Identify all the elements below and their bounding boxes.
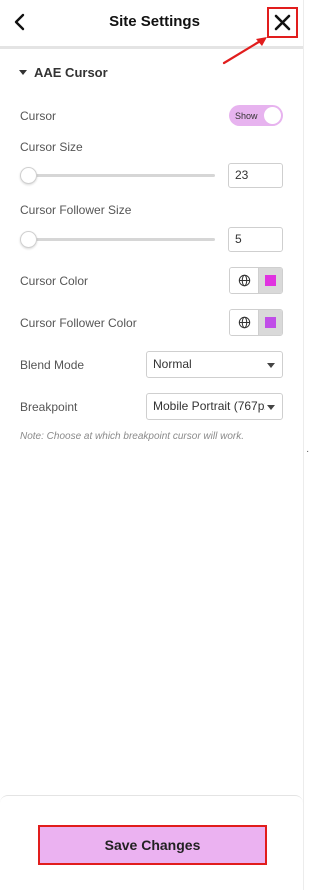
site-settings-panel: Site Settings AAE Cursor Cursor Show Cur…	[0, 0, 309, 890]
cursor-follower-size-track[interactable]	[22, 238, 215, 241]
cursor-color-label: Cursor Color	[20, 274, 89, 288]
select-value: Normal	[153, 357, 192, 371]
section-toggle-aae-cursor[interactable]: AAE Cursor	[18, 65, 108, 80]
cursor-show-toggle[interactable]: Show	[229, 105, 283, 126]
section-title: AAE Cursor	[34, 65, 108, 80]
blend-mode-select[interactable]: Normal	[146, 351, 283, 378]
cursor-color-control	[229, 267, 283, 294]
global-colors-button[interactable]	[230, 268, 258, 293]
color-swatch	[265, 275, 276, 286]
global-colors-button[interactable]	[230, 310, 258, 335]
cursor-follower-color-label: Cursor Follower Color	[20, 316, 137, 330]
cursor-size-input[interactable]: 23	[228, 163, 283, 188]
caret-down-icon	[267, 405, 275, 410]
close-icon	[274, 14, 291, 31]
cursor-follower-color-control	[229, 309, 283, 336]
caret-down-icon	[19, 70, 27, 75]
breakpoint-label: Breakpoint	[20, 400, 78, 414]
caret-down-icon	[267, 363, 275, 368]
cursor-size-slider-handle[interactable]	[20, 167, 37, 184]
cursor-follower-size-slider-handle[interactable]	[20, 231, 37, 248]
blend-mode-label: Blend Mode	[20, 358, 85, 372]
globe-icon	[238, 274, 250, 287]
color-swatch	[265, 317, 276, 328]
cursor-follower-size-input[interactable]: 5	[228, 227, 283, 252]
save-changes-button[interactable]: Save Changes	[38, 825, 267, 865]
toggle-text: Show	[235, 110, 258, 121]
panel-edge	[303, 0, 304, 890]
select-value: Mobile Portrait (767px)	[153, 399, 265, 413]
cursor-label: Cursor	[20, 109, 57, 123]
globe-icon	[238, 316, 250, 329]
cursor-size-label: Cursor Size	[20, 140, 83, 154]
cursor-size-track[interactable]	[22, 174, 215, 177]
edge-tick: ·	[306, 446, 310, 457]
cursor-color-picker[interactable]	[258, 268, 282, 293]
annotation-arrow-icon	[222, 37, 267, 65]
page-title: Site Settings	[109, 13, 200, 30]
breakpoint-note: Note: Choose at which breakpoint cursor …	[20, 431, 244, 442]
cursor-follower-size-label: Cursor Follower Size	[20, 203, 132, 217]
breakpoint-select[interactable]: Mobile Portrait (767px)	[146, 393, 283, 420]
toggle-knob	[264, 107, 281, 124]
cursor-follower-color-picker[interactable]	[258, 310, 282, 335]
